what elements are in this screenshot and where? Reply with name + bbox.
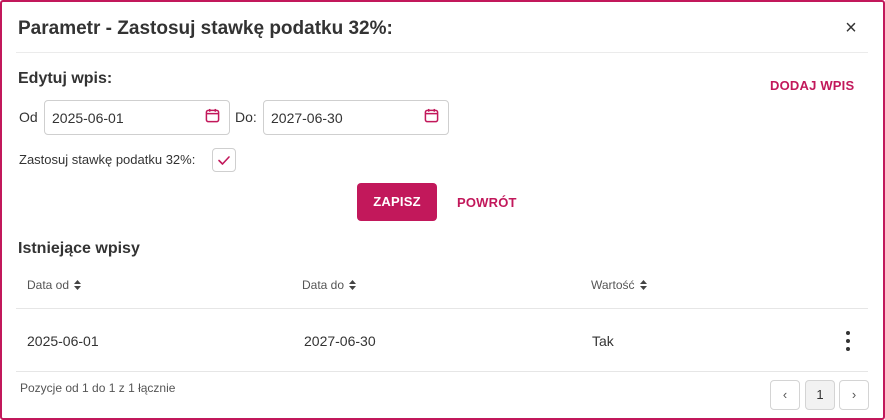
entries-heading: Istniejące wpisy — [18, 240, 140, 257]
tax-rate-checkbox-label: Zastosuj stawkę podatku 32%: — [19, 152, 196, 167]
cell-date-to: 2027-06-30 — [304, 333, 376, 349]
calendar-icon[interactable] — [205, 108, 220, 123]
pagination-summary: Pozycje od 1 do 1 z 1 łącznie — [20, 381, 176, 395]
table-row-divider — [16, 371, 868, 372]
pagination-next-button[interactable]: › — [839, 380, 869, 410]
tax-rate-checkbox[interactable] — [212, 148, 236, 172]
close-icon[interactable]: × — [840, 16, 862, 40]
to-label: Do: — [235, 109, 257, 125]
date-to-value: 2027-06-30 — [271, 110, 343, 126]
column-header-value[interactable]: Wartość — [591, 278, 647, 292]
more-vert-icon[interactable] — [840, 329, 856, 353]
from-label: Od — [19, 109, 38, 125]
date-to-input[interactable]: 2027-06-30 — [263, 100, 449, 135]
add-entry-button[interactable]: DODAJ WPIS — [770, 78, 854, 93]
dialog-title: Parametr - Zastosuj stawkę podatku 32%: — [18, 18, 393, 39]
save-button[interactable]: ZAPISZ — [357, 183, 437, 221]
column-header-label: Data od — [27, 278, 70, 292]
cell-value: Tak — [592, 333, 614, 349]
sort-icon — [74, 280, 82, 290]
sort-icon — [349, 280, 357, 290]
table-header-divider — [16, 308, 868, 309]
parameter-dialog: Parametr - Zastosuj stawkę podatku 32%: … — [0, 0, 885, 420]
edit-heading: Edytuj wpis: — [18, 70, 113, 87]
check-icon — [218, 156, 230, 165]
date-from-input[interactable]: 2025-06-01 — [44, 100, 230, 135]
column-header-date-to[interactable]: Data do — [302, 278, 357, 292]
cell-date-from: 2025-06-01 — [27, 333, 99, 349]
date-from-value: 2025-06-01 — [52, 110, 124, 126]
calendar-icon[interactable] — [424, 108, 439, 123]
back-button[interactable]: POWRÓT — [457, 195, 517, 210]
column-header-label: Wartość — [591, 278, 635, 292]
column-header-date-from[interactable]: Data od — [27, 278, 82, 292]
pagination-page-1[interactable]: 1 — [805, 380, 835, 410]
header-divider — [16, 52, 868, 53]
column-header-label: Data do — [302, 278, 345, 292]
pagination-prev-button[interactable]: ‹ — [770, 380, 800, 410]
sort-icon — [639, 280, 647, 290]
